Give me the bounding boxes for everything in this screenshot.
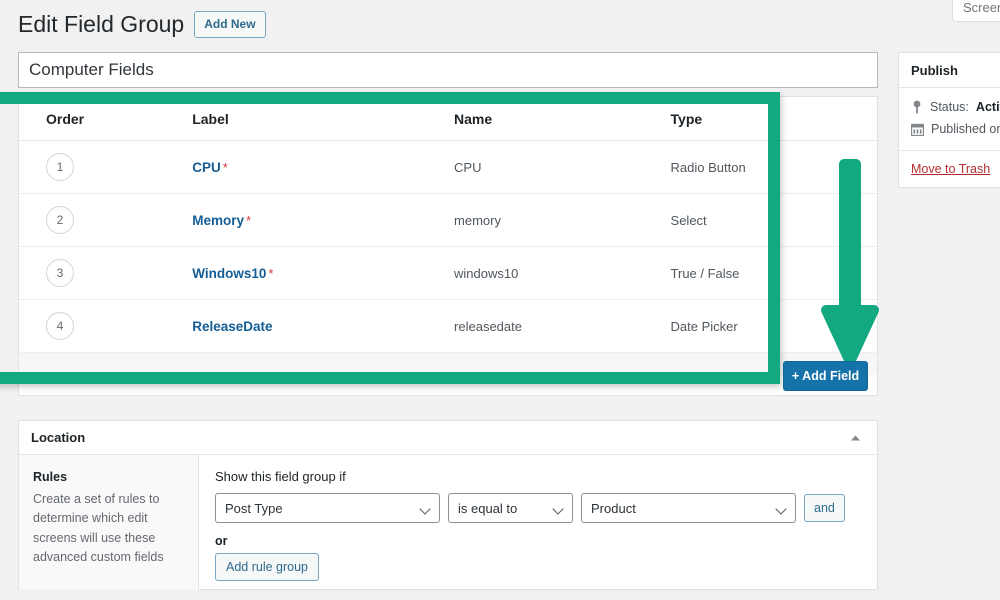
or-separator-label: or [215, 534, 877, 548]
field-name-value: releasedate [454, 300, 671, 353]
required-asterisk: * [223, 160, 228, 175]
field-group-title-input[interactable] [18, 52, 878, 88]
move-to-trash-link[interactable]: Move to Trash [911, 162, 990, 176]
publish-panel-footer: Move to Trash [899, 151, 1000, 187]
publish-metabox: Publish Status: Active [898, 52, 1000, 188]
rules-info-column: Rules Create a set of rules to determine… [19, 455, 199, 590]
page-title: Edit Field Group [18, 10, 184, 40]
column-header-type: Type [671, 97, 877, 141]
chevron-up-icon[interactable] [845, 428, 865, 448]
rules-form-label: Show this field group if [215, 469, 877, 484]
field-label-link[interactable]: CPU [192, 160, 221, 175]
table-row[interactable]: 2 Memory* memory Select [19, 194, 877, 247]
table-row[interactable]: 3 Windows10* windows10 True / False [19, 247, 877, 300]
field-label-link[interactable]: Windows10 [192, 266, 266, 281]
publish-status-label: Status: [930, 100, 969, 114]
field-label-link[interactable]: ReleaseDate [192, 319, 272, 334]
add-and-rule-button[interactable]: and [804, 494, 845, 522]
order-badge[interactable]: 4 [46, 312, 74, 340]
screen-options-label: Screen Options [963, 0, 1000, 15]
field-type-value: Select [671, 194, 877, 247]
rule-param-select[interactable]: Post Type [215, 493, 440, 523]
calendar-icon [911, 123, 924, 136]
column-header-order: Order [19, 97, 192, 141]
required-asterisk: * [268, 266, 273, 281]
add-new-button[interactable]: Add New [194, 11, 265, 38]
location-panel-header: Location [19, 421, 877, 455]
order-badge[interactable]: 3 [46, 259, 74, 287]
fields-table-body: 1 CPU* CPU Radio Button 2 Memory* memory… [19, 141, 877, 376]
pin-icon [911, 100, 923, 114]
screen-options-tab[interactable]: Screen Options [952, 0, 1000, 22]
order-badge[interactable]: 2 [46, 206, 74, 234]
field-type-value: Radio Button [671, 141, 877, 194]
location-metabox: Location Rules Create a set of rules to … [18, 420, 878, 590]
fields-table: Order Label Name Type 1 CPU* CPU Radio B… [19, 97, 877, 375]
add-rule-group-button[interactable]: Add rule group [215, 553, 319, 581]
publish-date-row: Published on [911, 118, 1000, 140]
page-header: Edit Field Group Add New [18, 10, 266, 40]
fields-metabox: Order Label Name Type 1 CPU* CPU Radio B… [18, 96, 878, 396]
order-badge[interactable]: 1 [46, 153, 74, 181]
table-row[interactable]: 4 ReleaseDate releasedate Date Picker [19, 300, 877, 353]
table-header-row: Order Label Name Type [19, 97, 877, 141]
rules-form-column: Show this field group if Post Type is eq… [199, 455, 877, 590]
rule-row: Post Type is equal to Product and [215, 493, 877, 523]
column-header-label: Label [192, 97, 454, 141]
location-panel-body: Rules Create a set of rules to determine… [19, 455, 877, 590]
publish-status-row: Status: Active [911, 96, 1000, 118]
table-row[interactable]: 1 CPU* CPU Radio Button [19, 141, 877, 194]
rules-description: Create a set of rules to determine which… [33, 490, 184, 568]
required-asterisk: * [246, 213, 251, 228]
rule-operator-select[interactable]: is equal to [448, 493, 573, 523]
field-type-value: Date Picker [671, 300, 877, 353]
field-name-value: CPU [454, 141, 671, 194]
field-name-value: memory [454, 194, 671, 247]
column-header-name: Name [454, 97, 671, 141]
field-name-value: windows10 [454, 247, 671, 300]
publish-panel-title: Publish [899, 53, 1000, 88]
table-footer-row [19, 353, 877, 376]
rules-title: Rules [33, 470, 184, 484]
field-label-link[interactable]: Memory [192, 213, 244, 228]
location-panel-title: Location [31, 430, 85, 445]
add-field-button[interactable]: + Add Field [783, 361, 868, 391]
publish-date-label: Published on [931, 122, 1000, 136]
publish-panel-body: Status: Active Published on [899, 88, 1000, 151]
rule-value-select[interactable]: Product [581, 493, 796, 523]
publish-status-value: Active [976, 100, 1000, 114]
field-type-value: True / False [671, 247, 877, 300]
